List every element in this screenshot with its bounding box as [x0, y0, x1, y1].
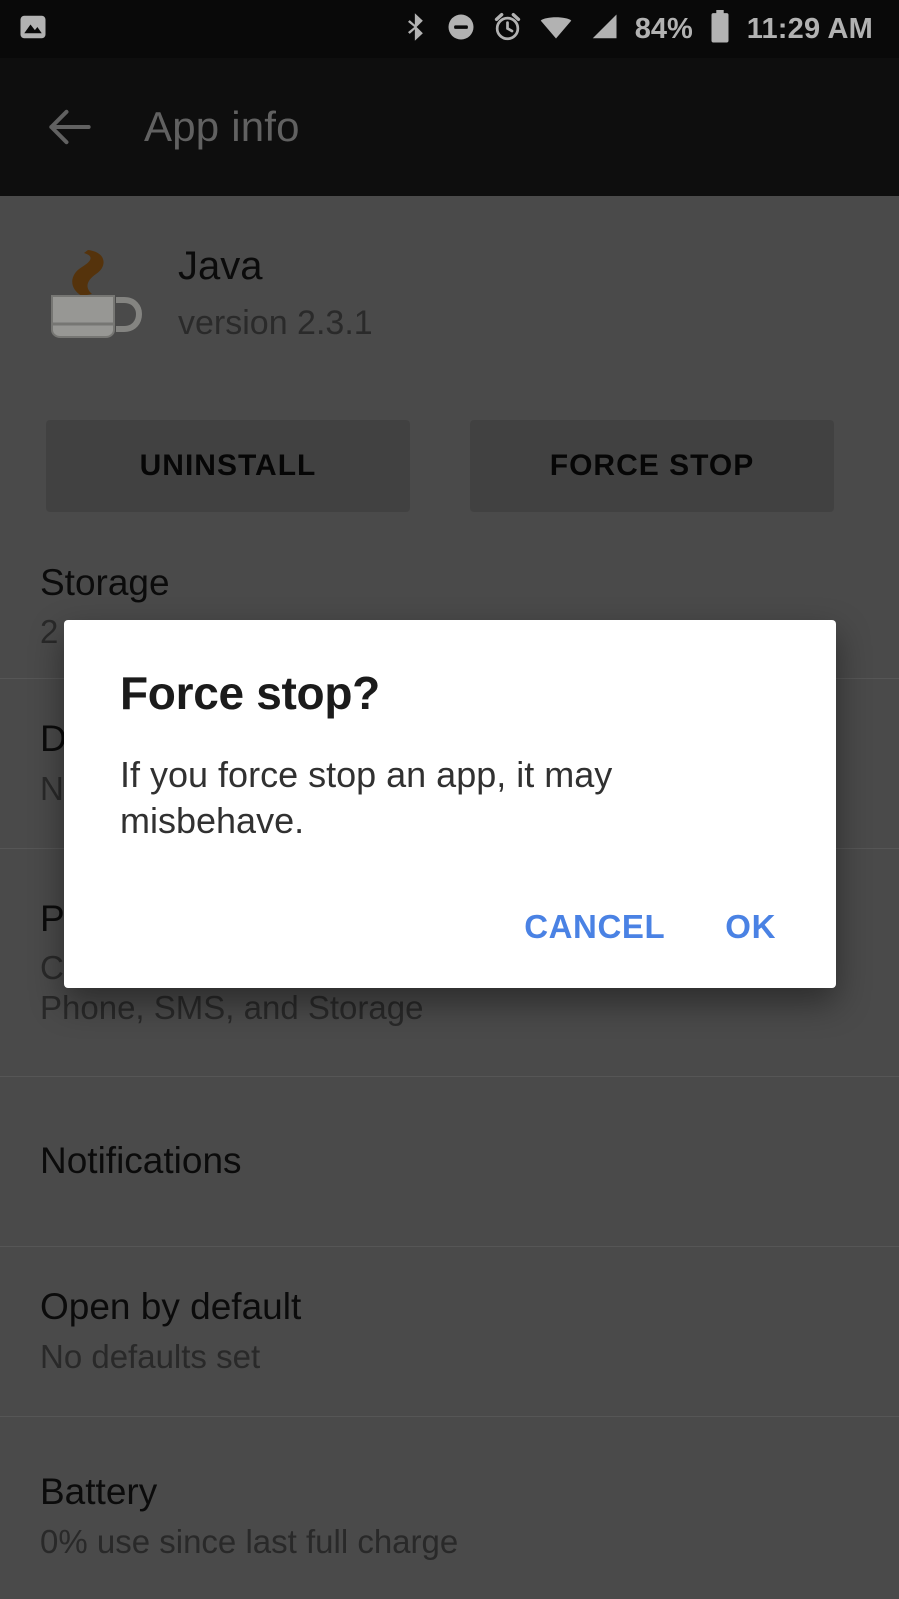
list-item-subtitle: No defaults set: [40, 1337, 261, 1375]
list-item-title: Open by default: [40, 1286, 302, 1328]
list-item-subtitle: 0% use since last full charge: [40, 1522, 459, 1560]
status-bar-notifications: [18, 12, 48, 47]
ok-button[interactable]: OK: [701, 890, 800, 964]
back-arrow-icon[interactable]: [22, 79, 118, 175]
list-item[interactable]: Battery 0% use since last full charge: [0, 1416, 899, 1599]
dialog-message: If you force stop an app, it may misbeha…: [120, 754, 613, 842]
list-item-title: Battery: [40, 1471, 158, 1513]
list-item-title: Storage: [40, 561, 170, 603]
app-action-row: UNINSTALL FORCE STOP: [0, 396, 899, 536]
clock: 11:29 AM: [746, 12, 873, 45]
dialog-button-row: CANCEL OK: [64, 890, 836, 974]
app-header: Java version 2.3.1: [0, 196, 899, 396]
cellular-signal-icon: [589, 13, 619, 46]
battery-percent: 84%: [634, 12, 693, 45]
app-version: version 2.3.1: [178, 304, 373, 342]
wifi-icon: [539, 13, 573, 46]
status-bar-system-icons: 84% 11:29 AM: [402, 9, 873, 49]
battery-full-icon: [709, 9, 731, 49]
list-item-title: Notifications: [40, 1140, 242, 1182]
alarm-icon: [492, 11, 523, 47]
bluetooth-icon: [402, 11, 430, 48]
app-bar: App info: [0, 58, 899, 196]
status-bar: 84% 11:29 AM: [0, 0, 899, 58]
cancel-button[interactable]: CANCEL: [500, 890, 689, 964]
force-stop-dialog: Force stop? If you force stop an app, it…: [64, 620, 836, 989]
force-stop-button[interactable]: FORCE STOP: [470, 420, 834, 512]
dialog-title: Force stop?: [120, 667, 380, 719]
app-name: Java: [178, 244, 263, 288]
android-app-info-screen: Java version 2.3.1 UNINSTALL FORCE STOP …: [0, 0, 899, 1599]
photo-icon: [18, 12, 48, 47]
list-item[interactable]: Notifications: [0, 1076, 899, 1246]
uninstall-button[interactable]: UNINSTALL: [46, 420, 410, 512]
java-coffee-cup-icon: [38, 234, 148, 344]
do-not-disturb-icon: [446, 12, 476, 47]
page-title: App info: [144, 103, 300, 150]
list-item[interactable]: Open by default No defaults set: [0, 1246, 899, 1416]
